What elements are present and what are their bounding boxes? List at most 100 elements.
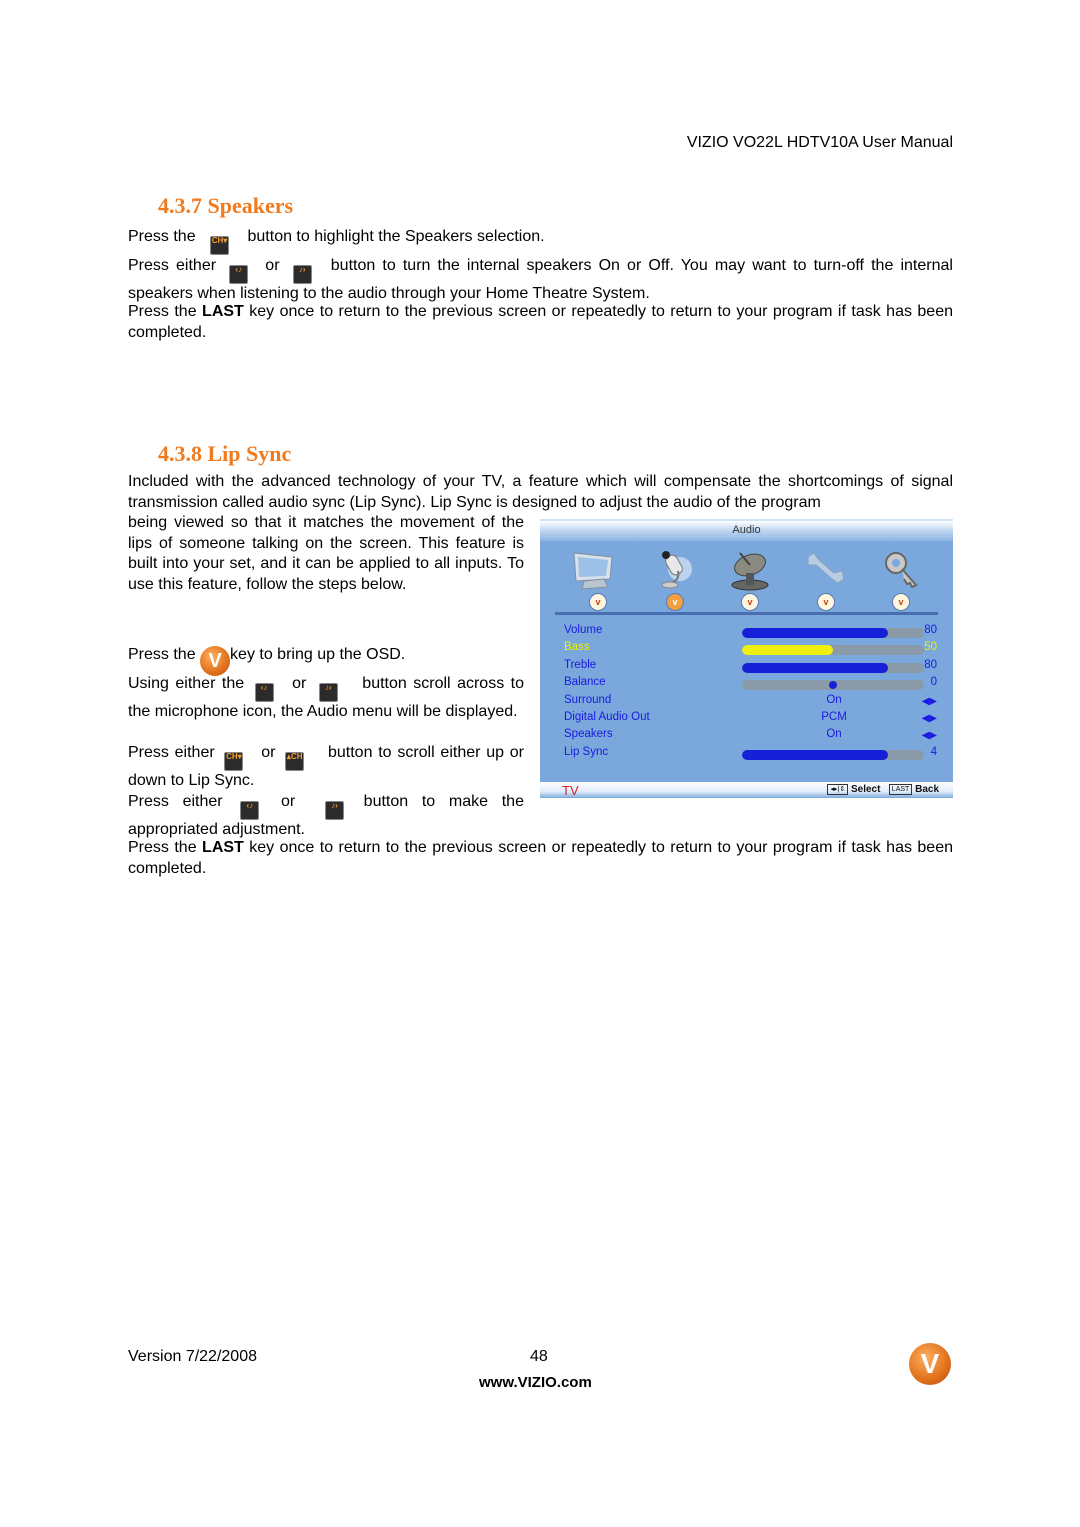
osd-row-speakers[interactable]: Speakers On ◀▶: [564, 728, 937, 745]
osd-title-bar: Audio: [540, 521, 953, 541]
channel-down-button-icon: CH▾: [210, 236, 230, 255]
osd-slider[interactable]: [742, 749, 924, 760]
osd-slider[interactable]: [742, 680, 924, 691]
osd-slider-fill: [742, 749, 888, 760]
text: Press either: [128, 793, 223, 810]
left-right-arrows-icon[interactable]: ◀▶: [922, 696, 937, 707]
osd-row-label: Lip Sync: [564, 745, 609, 758]
text: button to turn the internal speakers On …: [128, 257, 953, 302]
vizio-menu-key-icon: V: [200, 646, 231, 676]
volume-left-button-icon: ‹♪: [229, 265, 249, 284]
osd-row-value: 80: [924, 658, 937, 671]
section-heading-lip-sync: 4.3.8 Lip Sync: [158, 441, 292, 466]
text: button to highlight the Speakers selecti…: [247, 228, 545, 245]
lip-sync-step-2: Using either the ‹♪ or ♪› button scroll …: [128, 674, 524, 723]
footer-page-number: 48: [530, 1348, 548, 1365]
text: Press the: [128, 839, 203, 856]
osd-slider-fill: [742, 662, 888, 673]
text: Press either: [128, 257, 217, 274]
text: key once to return to the previous scree…: [128, 839, 954, 877]
osd-source-label: TV: [562, 783, 579, 798]
osd-row-label: Treble: [564, 658, 597, 671]
audio-osd-screenshot: Audio v v v v v Volume 80 Bass 50 Treble…: [540, 519, 953, 798]
osd-slider[interactable]: [742, 628, 924, 638]
last-key-label: LAST: [202, 839, 244, 856]
osd-row-value: On: [826, 693, 842, 706]
osd-row-bass[interactable]: Bass 50: [564, 641, 937, 658]
lip-sync-intro: Included with the advanced technology of…: [128, 473, 953, 511]
text: or: [261, 744, 276, 761]
osd-divider: [555, 612, 938, 615]
osd-row-volume[interactable]: Volume 80: [564, 624, 937, 641]
osd-row-digital-audio-out[interactable]: Digital Audio Out PCM ◀▶: [564, 711, 937, 728]
lip-sync-intro-continued: being viewed so that it matches the move…: [128, 514, 524, 593]
lip-sync-final-paragraph: Press the LAST key once to return to the…: [128, 838, 953, 879]
last-key-label: LAST: [202, 303, 244, 320]
text: Press the: [128, 303, 203, 320]
osd-row-value: PCM: [821, 711, 847, 723]
back-hint: Back: [915, 784, 939, 795]
osd-row-value: 80: [924, 624, 937, 636]
osd-row-balance[interactable]: Balance 0: [564, 676, 937, 693]
left-right-arrows-icon[interactable]: ◀▶: [922, 730, 937, 741]
osd-footer-bar: TV ◂▸|⇕ Select LAST Back: [540, 782, 953, 798]
last-key-icon: LAST: [888, 784, 913, 795]
tv-picture-icon: [573, 552, 613, 590]
osd-row-label: Digital Audio Out: [564, 711, 650, 723]
wrench-icon: [807, 552, 845, 584]
volume-left-button-icon: ‹♪: [254, 683, 274, 702]
lip-sync-step-1: Press the Vkey to bring up the OSD.: [128, 645, 524, 676]
osd-row-value: 4: [930, 745, 937, 758]
vizio-logo: V: [909, 1343, 951, 1385]
osd-slider[interactable]: [742, 645, 924, 656]
nav-key-icon: ◂▸|⇕: [827, 784, 849, 795]
channel-up-button-icon: ▴CH: [285, 752, 305, 771]
osd-slider-fill: [742, 628, 888, 638]
channel-down-button-icon: CH▾: [224, 752, 244, 771]
speakers-paragraph-1: Press the CH▾ button to highlight the Sp…: [128, 227, 953, 255]
osd-row-value: 50: [924, 641, 937, 654]
section-heading-speakers: 4.3.7 Speakers: [158, 193, 294, 218]
volume-right-button-icon: ♪›: [324, 801, 344, 820]
key-icon: [885, 552, 918, 589]
osd-menu-indicator: v: [589, 593, 607, 611]
osd-title: Audio: [732, 524, 761, 536]
speakers-paragraph-3: Press the LAST key once to return to the…: [128, 302, 953, 343]
osd-row-value: On: [826, 728, 842, 741]
text: Press either: [128, 744, 215, 761]
text: or: [281, 793, 296, 810]
satellite-dish-icon: [731, 552, 769, 591]
osd-row-treble[interactable]: Treble 80: [564, 659, 937, 676]
microphone-icon: [661, 551, 692, 589]
osd-row-label: Volume: [564, 624, 603, 636]
osd-row-label: Speakers: [564, 728, 613, 741]
document-header-title: VIZIO VO22L HDTV10A User Manual: [686, 134, 953, 151]
osd-row-lip-sync[interactable]: Lip Sync 4: [564, 746, 937, 763]
osd-row-surround[interactable]: Surround On ◀▶: [564, 694, 937, 711]
osd-menu-indicator-active: v: [666, 593, 684, 611]
osd-row-value: 0: [930, 676, 937, 689]
footer-url[interactable]: www.VIZIO.com: [479, 1374, 592, 1391]
osd-menu-indicator: v: [817, 593, 835, 611]
text: Press the: [128, 228, 196, 245]
text: or: [292, 675, 307, 692]
osd-menu-indicator: v: [892, 593, 910, 611]
text: or: [265, 257, 280, 274]
footer-version: Version 7/22/2008: [128, 1348, 257, 1365]
volume-left-button-icon: ‹♪: [240, 801, 260, 820]
volume-right-button-icon: ♪›: [292, 265, 312, 284]
osd-slider[interactable]: [742, 662, 924, 673]
speakers-paragraph-2: Press either ‹♪ or ♪› button to turn the…: [128, 256, 953, 305]
osd-navigation-hint: ◂▸|⇕ Select LAST Back: [827, 784, 939, 795]
osd-slider-fill: [742, 645, 833, 656]
text: key once to return to the previous scree…: [128, 303, 954, 341]
text: Press the: [128, 646, 196, 663]
osd-slider-knob[interactable]: [829, 681, 837, 690]
lip-sync-step-3: Press either CH▾ or ▴CH button to scroll…: [128, 743, 524, 792]
select-hint: Select: [850, 784, 881, 795]
osd-row-label: Balance: [564, 676, 606, 689]
lip-sync-step-4: Press either ‹♪ or ♪› button to make the…: [128, 792, 524, 841]
left-right-arrows-icon[interactable]: ◀▶: [922, 713, 937, 724]
osd-row-label: Surround: [564, 693, 612, 706]
osd-row-label: Bass: [564, 641, 590, 654]
